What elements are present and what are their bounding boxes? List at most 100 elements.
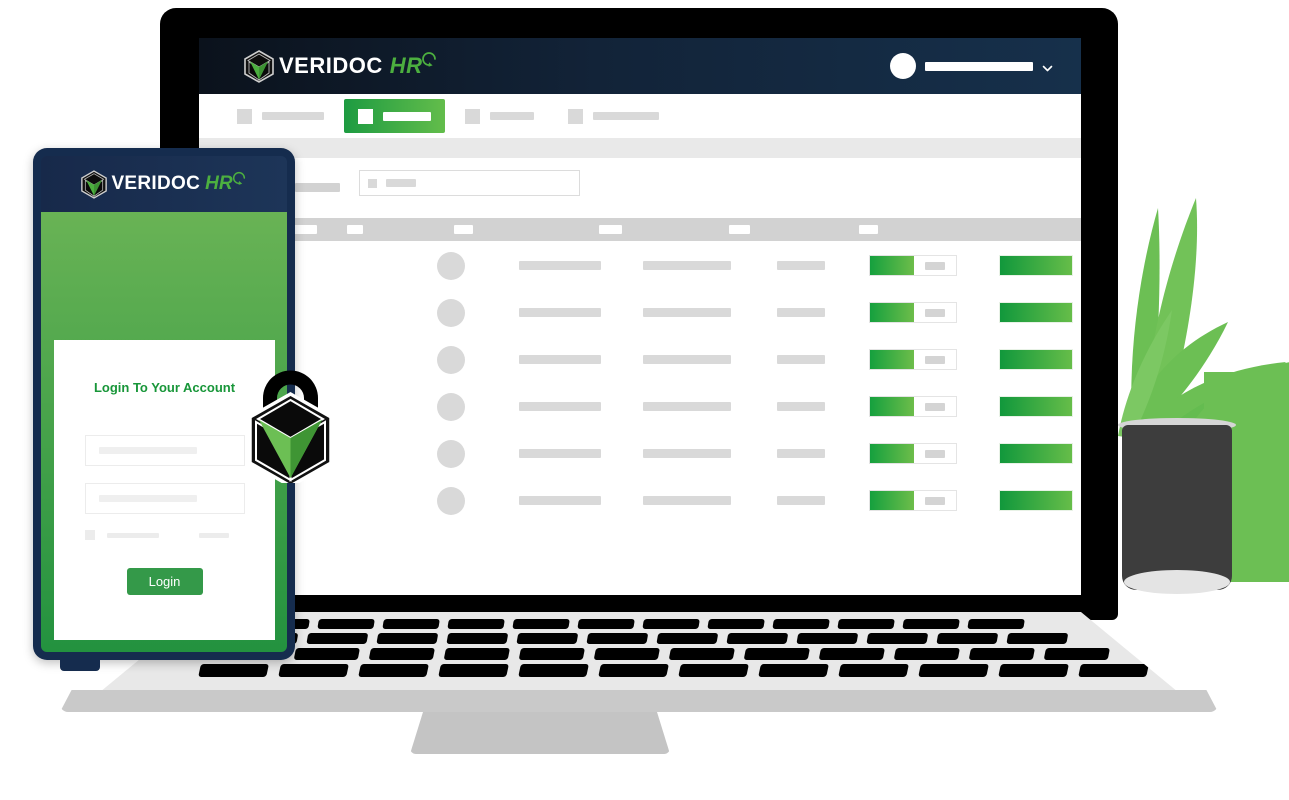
status-toggle[interactable] <box>869 490 957 511</box>
toggle-on-segment <box>870 256 914 275</box>
brand-logo[interactable]: VERIDOC HR <box>244 49 438 83</box>
laptop-screen: VERIDOC HR <box>199 38 1081 595</box>
circular-arrow-icon <box>231 170 247 191</box>
nav-item-4[interactable] <box>554 100 673 132</box>
main-nav <box>199 94 1081 139</box>
username-field[interactable] <box>85 435 245 466</box>
menu-square-icon <box>465 108 480 124</box>
nav-item-2[interactable] <box>344 99 445 133</box>
cell-role <box>777 308 825 317</box>
cell-email <box>643 449 731 458</box>
user-avatar-icon <box>437 252 465 280</box>
padlock-cube-icon <box>243 358 338 489</box>
nav-item-label <box>593 112 659 120</box>
status-toggle[interactable] <box>869 443 957 464</box>
chevron-down-icon[interactable] <box>1042 61 1053 72</box>
toggle-on-segment <box>870 350 914 369</box>
menu-square-icon <box>237 108 252 124</box>
cell-name <box>519 308 601 317</box>
cell-name <box>519 402 601 411</box>
status-toggle[interactable] <box>869 349 957 370</box>
password-field[interactable] <box>85 483 245 514</box>
scene: VERIDOC HR VERIDOC HR Login To Your Acco… <box>0 0 1289 800</box>
phone-app-header: VERIDOC HR <box>41 156 287 212</box>
status-toggle[interactable] <box>869 255 957 276</box>
cell-email <box>643 355 731 364</box>
search-placeholder <box>386 179 416 187</box>
login-title: Login To Your Account <box>93 380 236 395</box>
cell-email <box>643 261 731 270</box>
brand-suffix: HR <box>205 173 233 194</box>
cell-name <box>519 449 601 458</box>
password-placeholder <box>99 495 197 502</box>
remember-me-checkbox[interactable] <box>85 530 95 540</box>
user-avatar-icon <box>437 440 465 468</box>
plant-pot-base <box>1124 570 1230 594</box>
status-toggle[interactable] <box>869 396 957 417</box>
nav-item-3[interactable] <box>451 100 548 132</box>
user-avatar-icon <box>437 487 465 515</box>
user-avatar-icon <box>437 393 465 421</box>
cell-role <box>777 261 825 270</box>
login-button[interactable]: Login <box>126 568 203 595</box>
remember-me-label <box>107 532 159 538</box>
row-action-button[interactable] <box>999 302 1073 323</box>
row-action-button[interactable] <box>999 490 1073 511</box>
login-options-row <box>85 530 245 540</box>
toggle-off-segment <box>914 491 956 510</box>
cube-check-icon <box>81 169 108 199</box>
brand-name: VERIDOC <box>111 173 201 194</box>
toggle-off-segment <box>914 397 956 416</box>
row-action-button[interactable] <box>999 443 1073 464</box>
phone-bottom-tab <box>60 655 100 671</box>
column-header[interactable] <box>347 225 363 234</box>
user-avatar-icon <box>437 346 465 374</box>
column-header[interactable] <box>729 225 750 234</box>
cell-name <box>519 261 601 270</box>
potted-plant-icon <box>1110 180 1289 600</box>
row-action-button[interactable] <box>999 255 1073 276</box>
toggle-on-segment <box>870 303 914 322</box>
laptop-foot <box>60 690 1218 712</box>
menu-square-icon <box>358 108 373 124</box>
table-row[interactable] <box>199 476 1081 523</box>
brand-suffix: HR <box>389 53 423 78</box>
cube-check-icon <box>244 49 274 83</box>
toggle-off-segment <box>914 256 956 275</box>
user-avatar-icon <box>437 299 465 327</box>
toggle-off-segment <box>914 303 956 322</box>
cell-role <box>777 449 825 458</box>
laptop-trackpad <box>410 712 670 754</box>
status-toggle[interactable] <box>869 302 957 323</box>
forgot-password-link[interactable] <box>199 532 229 538</box>
user-avatar-icon <box>890 53 916 79</box>
toggle-on-segment <box>870 397 914 416</box>
table-row[interactable] <box>199 288 1081 335</box>
username-placeholder <box>99 447 197 454</box>
toggle-off-segment <box>914 350 956 369</box>
toggle-on-segment <box>870 491 914 510</box>
column-header[interactable] <box>859 225 878 234</box>
column-header[interactable] <box>599 225 622 234</box>
toggle-on-segment <box>870 444 914 463</box>
row-action-button[interactable] <box>999 349 1073 370</box>
search-input[interactable] <box>359 170 580 196</box>
app-header: VERIDOC HR <box>199 38 1081 94</box>
login-card: Login To Your Account Login <box>54 340 275 640</box>
toggle-off-segment <box>914 444 956 463</box>
filter-label <box>295 183 340 192</box>
search-icon <box>368 178 377 188</box>
user-menu[interactable] <box>890 38 1053 94</box>
table-row[interactable] <box>199 241 1081 288</box>
nav-divider-strip <box>199 138 1081 158</box>
nav-item-1[interactable] <box>223 100 338 132</box>
cell-name <box>519 355 601 364</box>
circular-arrow-icon <box>420 50 438 73</box>
table-header-row <box>199 218 1081 241</box>
cell-role <box>777 355 825 364</box>
column-header[interactable] <box>454 225 473 234</box>
row-action-button[interactable] <box>999 396 1073 417</box>
cell-email <box>643 308 731 317</box>
menu-square-icon <box>568 108 583 124</box>
cell-role <box>777 496 825 505</box>
